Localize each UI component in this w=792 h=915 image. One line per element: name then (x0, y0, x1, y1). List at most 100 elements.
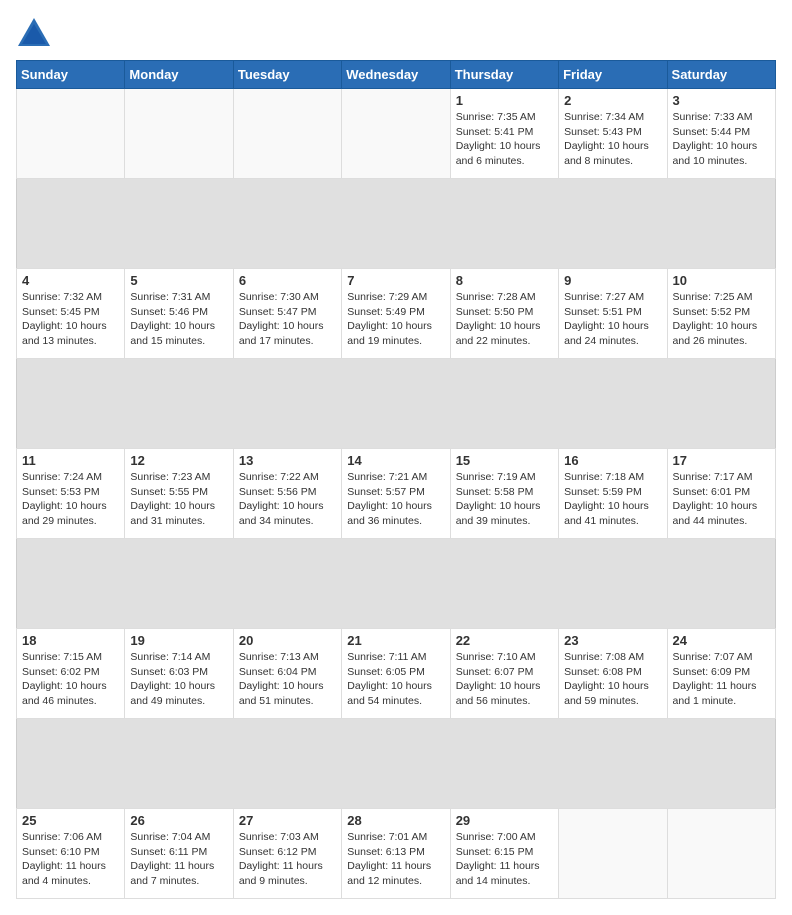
day-header-friday: Friday (559, 61, 667, 89)
day-info: Sunrise: 7:14 AM Sunset: 6:03 PM Dayligh… (130, 650, 227, 709)
day-header-thursday: Thursday (450, 61, 558, 89)
calendar-day-cell: 20Sunrise: 7:13 AM Sunset: 6:04 PM Dayli… (233, 629, 341, 719)
calendar-week-row: 11 Sunrise: 7:24 AM Sunset: 5:53 PM Dayli… (17, 449, 776, 539)
day-number: 1 (456, 93, 553, 108)
day-info: Sunrise: 7:21 AM Sunset: 5:57 PM Dayligh… (347, 470, 444, 529)
calendar-day-cell: 26 Sunrise: 7:04 AM Sunset: 6:11 PM Dayli… (125, 809, 233, 899)
calendar-day-cell: 6 Sunrise: 7:30 AM Sunset: 5:47 PM Daylig… (233, 269, 341, 359)
day-number: 14 (347, 453, 444, 468)
week-separator (17, 719, 776, 809)
day-number: 23 (564, 633, 661, 648)
calendar-day-cell: 18 Sunrise: 7:15 AM Sunset: 6:02 PM Dayli… (17, 629, 125, 719)
day-header-tuesday: Tuesday (233, 61, 341, 89)
day-header-monday: Monday (125, 61, 233, 89)
calendar-day-cell: 27 Sunrise: 7:03 AM Sunset: 6:12 PM Dayli… (233, 809, 341, 899)
calendar-week-row: 4 Sunrise: 7:32 AM Sunset: 5:45 PM Daylig… (17, 269, 776, 359)
page-header (16, 16, 776, 52)
calendar-day-cell: 5 Sunrise: 7:31 AM Sunset: 5:46 PM Daylig… (125, 269, 233, 359)
calendar-day-cell: 24 Sunrise: 7:07 AM Sunset: 6:09 PM Dayli… (667, 629, 775, 719)
day-info: Sunrise: 7:01 AM Sunset: 6:13 PM Dayligh… (347, 830, 444, 889)
day-info: Sunrise: 7:17 AM Sunset: 6:01 PM Dayligh… (673, 470, 770, 529)
calendar-day-cell: 19 Sunrise: 7:14 AM Sunset: 6:03 PM Dayli… (125, 629, 233, 719)
calendar-day-cell (559, 809, 667, 899)
day-info: Sunrise: 7:23 AM Sunset: 5:55 PM Dayligh… (130, 470, 227, 529)
day-number: 19 (130, 633, 227, 648)
day-info: Sunrise: 7:30 AM Sunset: 5:47 PM Dayligh… (239, 290, 336, 349)
day-info: Sunrise: 7:03 AM Sunset: 6:12 PM Dayligh… (239, 830, 336, 889)
calendar-day-cell: 10 Sunrise: 7:25 AM Sunset: 5:52 PM Dayli… (667, 269, 775, 359)
day-info: Sunrise: 7:10 AM Sunset: 6:07 PM Dayligh… (456, 650, 553, 709)
day-info: Sunrise: 7:07 AM Sunset: 6:09 PM Dayligh… (673, 650, 770, 709)
logo-icon (16, 16, 52, 52)
day-info: Sunrise: 7:19 AM Sunset: 5:58 PM Dayligh… (456, 470, 553, 529)
day-number: 28 (347, 813, 444, 828)
day-number: 22 (456, 633, 553, 648)
day-number: 10 (673, 273, 770, 288)
day-info: Sunrise: 7:08 AM Sunset: 6:08 PM Dayligh… (564, 650, 661, 709)
day-number: 2 (564, 93, 661, 108)
calendar-day-cell (342, 89, 450, 179)
calendar-day-cell: 23 Sunrise: 7:08 AM Sunset: 6:08 PM Dayli… (559, 629, 667, 719)
calendar-day-cell: 28 Sunrise: 7:01 AM Sunset: 6:13 PM Dayli… (342, 809, 450, 899)
day-info: Sunrise: 7:06 AM Sunset: 6:10 PM Dayligh… (22, 830, 119, 889)
calendar-header-row: SundayMondayTuesdayWednesdayThursdayFrid… (17, 61, 776, 89)
calendar-day-cell (667, 809, 775, 899)
calendar-day-cell: 25 Sunrise: 7:06 AM Sunset: 6:10 PM Dayli… (17, 809, 125, 899)
day-number: 24 (673, 633, 770, 648)
day-number: 25 (22, 813, 119, 828)
day-info: Sunrise: 7:04 AM Sunset: 6:11 PM Dayligh… (130, 830, 227, 889)
week-separator (17, 359, 776, 449)
day-info: Sunrise: 7:29 AM Sunset: 5:49 PM Dayligh… (347, 290, 444, 349)
calendar-day-cell: 2 Sunrise: 7:34 AM Sunset: 5:43 PM Daylig… (559, 89, 667, 179)
day-info: Sunrise: 7:31 AM Sunset: 5:46 PM Dayligh… (130, 290, 227, 349)
day-number: 15 (456, 453, 553, 468)
day-info: Sunrise: 7:27 AM Sunset: 5:51 PM Dayligh… (564, 290, 661, 349)
day-number: 9 (564, 273, 661, 288)
calendar-day-cell: 3 Sunrise: 7:33 AM Sunset: 5:44 PM Daylig… (667, 89, 775, 179)
calendar-day-cell: 11 Sunrise: 7:24 AM Sunset: 5:53 PM Dayli… (17, 449, 125, 539)
calendar-week-row: 18 Sunrise: 7:15 AM Sunset: 6:02 PM Dayli… (17, 629, 776, 719)
day-number: 12 (130, 453, 227, 468)
day-info: Sunrise: 7:35 AM Sunset: 5:41 PM Dayligh… (456, 110, 553, 169)
day-info: Sunrise: 7:15 AM Sunset: 6:02 PM Dayligh… (22, 650, 119, 709)
day-info: Sunrise: 7:18 AM Sunset: 5:59 PM Dayligh… (564, 470, 661, 529)
calendar-day-cell: 14 Sunrise: 7:21 AM Sunset: 5:57 PM Dayli… (342, 449, 450, 539)
calendar-day-cell: 1 Sunrise: 7:35 AM Sunset: 5:41 PM Daylig… (450, 89, 558, 179)
day-info: Sunrise: 7:24 AM Sunset: 5:53 PM Dayligh… (22, 470, 119, 529)
week-separator (17, 179, 776, 269)
calendar-day-cell: 13 Sunrise: 7:22 AM Sunset: 5:56 PM Dayli… (233, 449, 341, 539)
day-info: Sunrise: 7:33 AM Sunset: 5:44 PM Dayligh… (673, 110, 770, 169)
day-info: Sunrise: 7:28 AM Sunset: 5:50 PM Dayligh… (456, 290, 553, 349)
day-header-sunday: Sunday (17, 61, 125, 89)
day-number: 16 (564, 453, 661, 468)
day-info: Sunrise: 7:13 AM Sunset: 6:04 PM Dayligh… (239, 650, 336, 709)
day-number: 6 (239, 273, 336, 288)
day-number: 18 (22, 633, 119, 648)
week-separator (17, 539, 776, 629)
calendar-day-cell: 4 Sunrise: 7:32 AM Sunset: 5:45 PM Daylig… (17, 269, 125, 359)
calendar-day-cell: 15 Sunrise: 7:19 AM Sunset: 5:58 PM Dayli… (450, 449, 558, 539)
day-number: 8 (456, 273, 553, 288)
day-number: 21 (347, 633, 444, 648)
day-number: 4 (22, 273, 119, 288)
day-number: 27 (239, 813, 336, 828)
day-number: 11 (22, 453, 119, 468)
day-info: Sunrise: 7:32 AM Sunset: 5:45 PM Dayligh… (22, 290, 119, 349)
calendar-day-cell (125, 89, 233, 179)
day-number: 7 (347, 273, 444, 288)
day-number: 13 (239, 453, 336, 468)
day-number: 5 (130, 273, 227, 288)
day-info: Sunrise: 7:22 AM Sunset: 5:56 PM Dayligh… (239, 470, 336, 529)
calendar-day-cell: 12 Sunrise: 7:23 AM Sunset: 5:55 PM Dayli… (125, 449, 233, 539)
day-number: 3 (673, 93, 770, 108)
calendar-week-row: 1 Sunrise: 7:35 AM Sunset: 5:41 PM Daylig… (17, 89, 776, 179)
day-info: Sunrise: 7:11 AM Sunset: 6:05 PM Dayligh… (347, 650, 444, 709)
day-info: Sunrise: 7:34 AM Sunset: 5:43 PM Dayligh… (564, 110, 661, 169)
calendar-day-cell: 21 Sunrise: 7:11 AM Sunset: 6:05 PM Dayli… (342, 629, 450, 719)
day-header-wednesday: Wednesday (342, 61, 450, 89)
calendar-day-cell (233, 89, 341, 179)
calendar-day-cell: 7 Sunrise: 7:29 AM Sunset: 5:49 PM Daylig… (342, 269, 450, 359)
day-number: 26 (130, 813, 227, 828)
calendar-day-cell: 29Sunrise: 7:00 AM Sunset: 6:15 PM Dayli… (450, 809, 558, 899)
day-info: Sunrise: 7:25 AM Sunset: 5:52 PM Dayligh… (673, 290, 770, 349)
